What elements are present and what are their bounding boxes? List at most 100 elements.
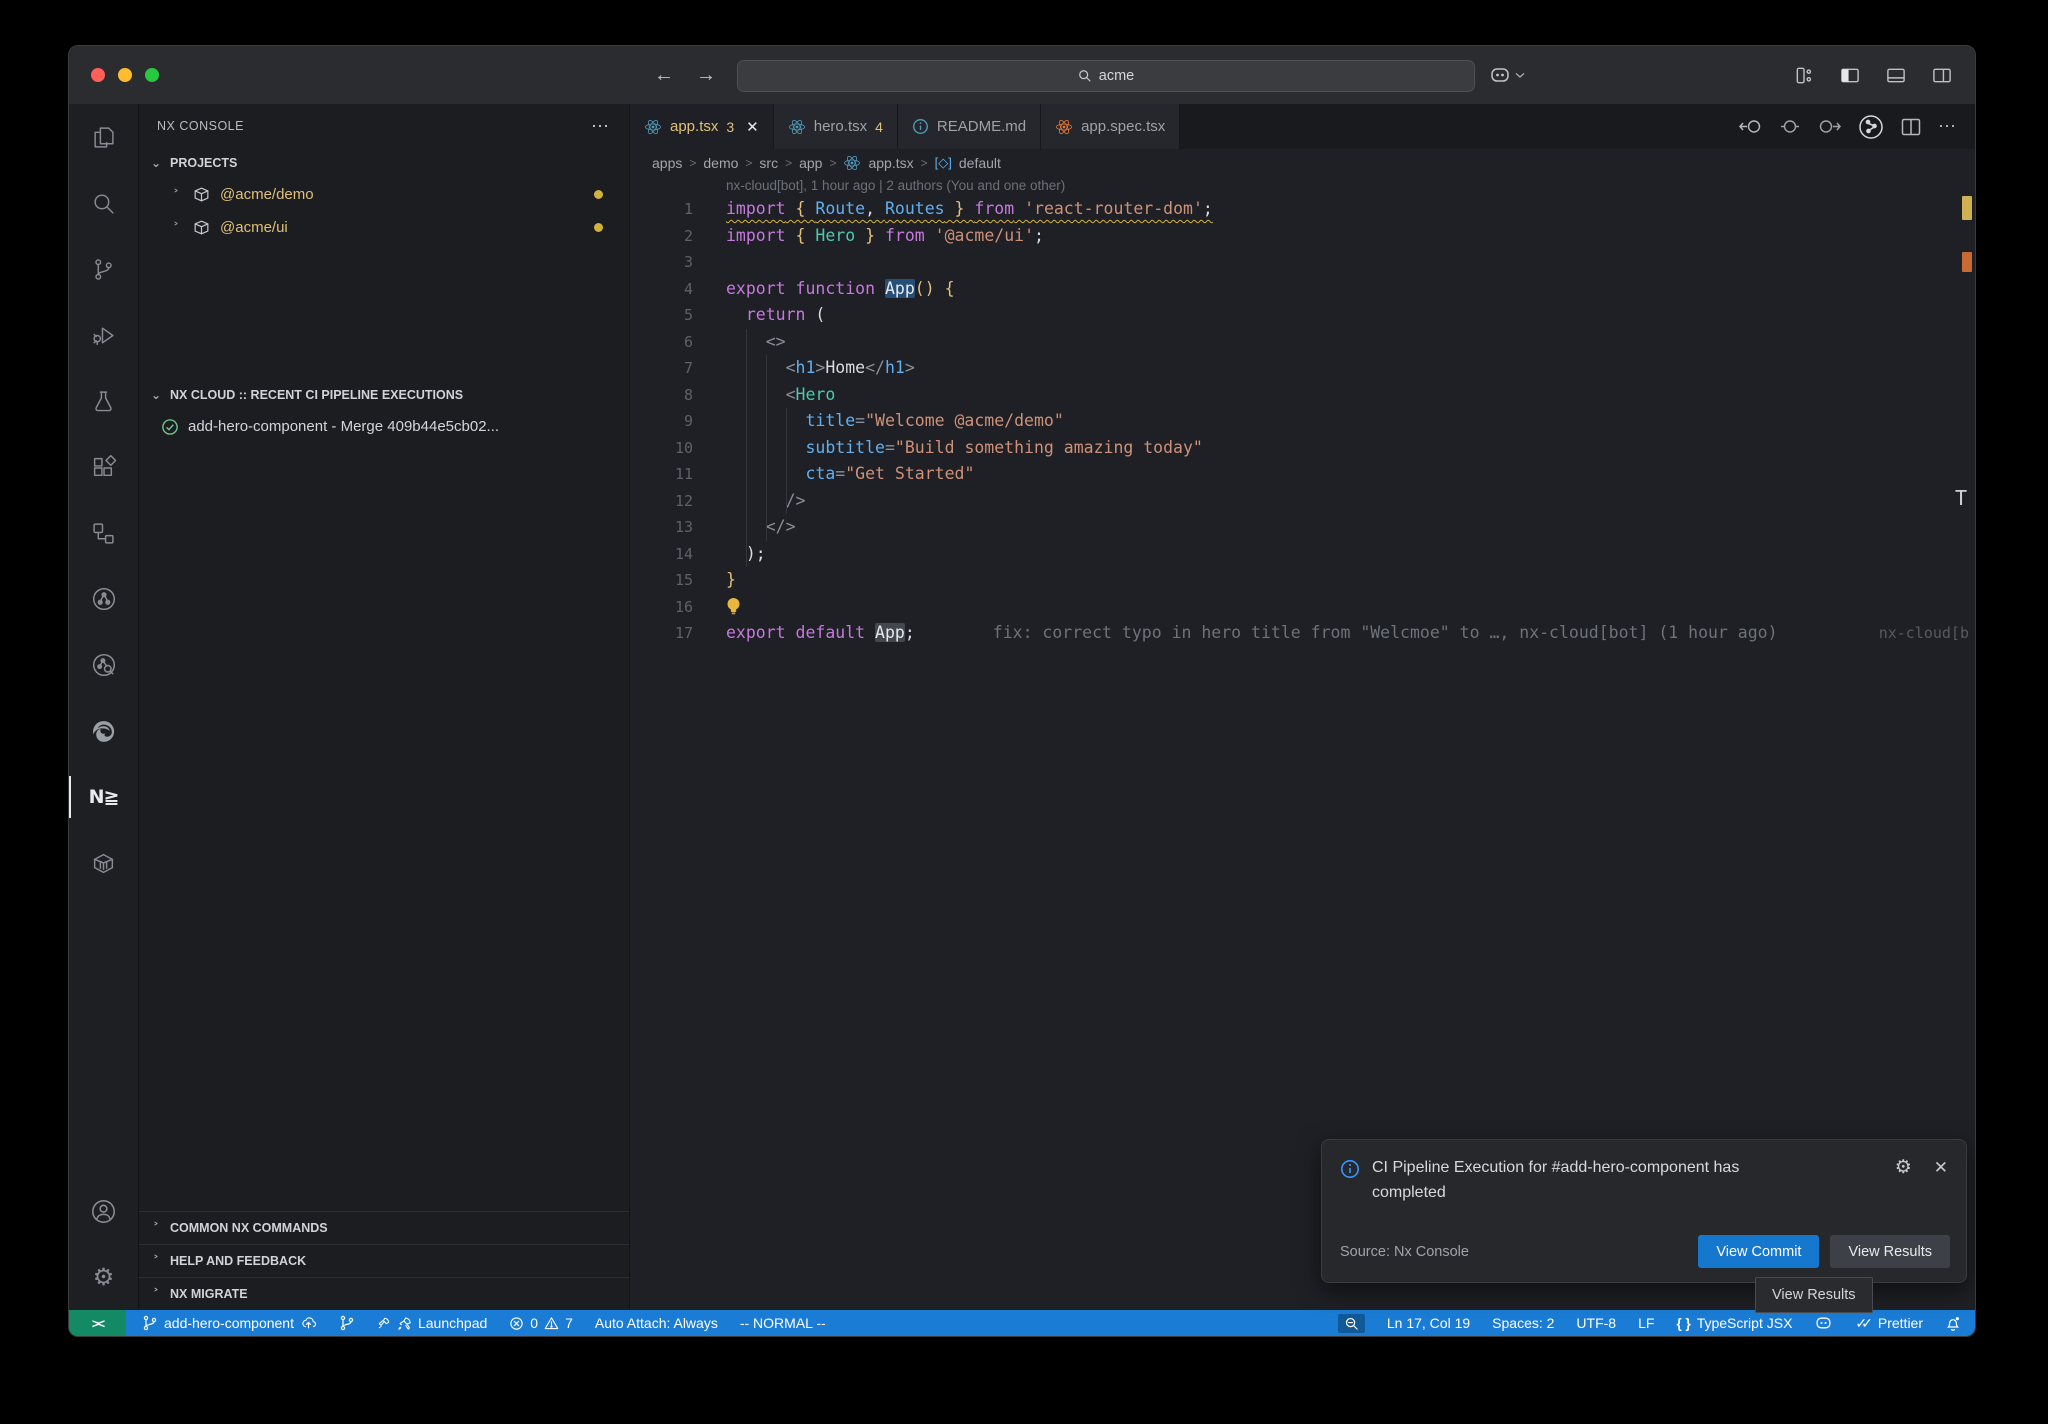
command-center-search[interactable]: acme: [737, 60, 1475, 92]
notification-close-icon[interactable]: ✕: [1934, 1158, 1948, 1178]
auto-attach-status[interactable]: Auto Attach: Always: [595, 1315, 718, 1331]
tab-hero.tsx[interactable]: hero.tsx4: [774, 104, 898, 149]
code-line-13[interactable]: 13 </>: [630, 514, 1975, 541]
eol-status[interactable]: LF: [1638, 1315, 1654, 1331]
tab-app.spec.tsx[interactable]: app.spec.tsx: [1041, 104, 1180, 149]
branch-status[interactable]: add-hero-component: [142, 1315, 317, 1331]
nx-graph-icon[interactable]: [1858, 114, 1884, 140]
code-line-12[interactable]: 12 />: [630, 488, 1975, 515]
line-number: 15: [630, 567, 726, 594]
cursor-position-status[interactable]: Ln 17, Col 19: [1387, 1315, 1470, 1331]
activity-extensions-icon[interactable]: [69, 434, 138, 500]
copilot-status[interactable]: [1814, 1315, 1833, 1331]
sidebar-more-actions-icon[interactable]: ⋯: [591, 116, 611, 137]
view-commit-button[interactable]: View Commit: [1698, 1235, 1819, 1268]
launchpad-status[interactable]: Launchpad: [377, 1315, 487, 1331]
code-line-1[interactable]: 1import { Route, Routes } from 'react-ro…: [630, 196, 1975, 223]
breadcrumb-item[interactable]: demo: [703, 155, 738, 171]
chevron-right-icon: ˃: [149, 1287, 163, 1301]
tab-app.tsx[interactable]: app.tsx3✕: [630, 104, 774, 149]
split-editor-icon[interactable]: [1901, 118, 1921, 136]
code-line-4[interactable]: 4export function App() {: [630, 276, 1975, 303]
activity-edge-browser-icon[interactable]: [69, 698, 138, 764]
notifications-status[interactable]: [1945, 1315, 1961, 1331]
activity-source-control-icon[interactable]: [69, 236, 138, 302]
code-line-8[interactable]: 8 <Hero: [630, 382, 1975, 409]
view-results-button[interactable]: View Results: [1830, 1235, 1950, 1268]
code-line-11[interactable]: 11 cta="Get Started": [630, 461, 1975, 488]
section-projects[interactable]: ⌄ PROJECTS: [139, 148, 629, 178]
breadcrumb-symbol[interactable]: default: [959, 155, 1001, 171]
code-line-3[interactable]: 3: [630, 249, 1975, 276]
close-window-button[interactable]: [91, 68, 105, 82]
activity-account-icon[interactable]: [69, 1178, 138, 1244]
copilot-menu[interactable]: [1489, 65, 1525, 85]
section-label: HELP AND FEEDBACK: [170, 1254, 306, 1268]
toggle-panel-icon[interactable]: [1885, 65, 1907, 86]
code-line-17[interactable]: 17export default App;fix: correct typo i…: [630, 620, 1975, 647]
toggle-secondary-sidebar-icon[interactable]: [1931, 65, 1953, 86]
notification-settings-gear-icon[interactable]: ⚙: [1895, 1156, 1912, 1179]
code-line-6[interactable]: 6 <>: [630, 329, 1975, 356]
activity-nx-console-icon[interactable]: N≧: [69, 764, 138, 830]
code-line-9[interactable]: 9 title="Welcome @acme/demo": [630, 408, 1975, 435]
activity-nx-project-details-icon[interactable]: [69, 632, 138, 698]
breadcrumb-item[interactable]: src: [759, 155, 778, 171]
remote-indicator[interactable]: ><: [69, 1310, 126, 1336]
tab-label: app.spec.tsx: [1081, 118, 1165, 135]
activity-settings-gear-icon[interactable]: ⚙: [69, 1244, 138, 1310]
git-graph-status[interactable]: [339, 1315, 355, 1331]
activity-explorer-icon[interactable]: [69, 104, 138, 170]
vim-mode-status[interactable]: -- NORMAL --: [740, 1315, 826, 1331]
code-line-7[interactable]: 7 <h1>Home</h1>: [630, 355, 1975, 382]
section-help-and-feedback[interactable]: ˃ HELP AND FEEDBACK: [139, 1244, 629, 1277]
code-line-15[interactable]: 15}: [630, 567, 1975, 594]
activity-run-debug-icon[interactable]: [69, 302, 138, 368]
code-line-2[interactable]: 2import { Hero } from '@acme/ui';: [630, 223, 1975, 250]
tab-README.md[interactable]: README.md: [898, 104, 1041, 149]
breadcrumb-item[interactable]: apps: [652, 155, 682, 171]
language-status[interactable]: { }TypeScript JSX: [1676, 1315, 1792, 1331]
close-tab-icon[interactable]: ✕: [746, 118, 759, 136]
launchpad-label: Launchpad: [418, 1315, 487, 1331]
activity-references-icon[interactable]: [69, 500, 138, 566]
nav-back-icon[interactable]: ←: [654, 64, 674, 87]
zoom-status[interactable]: [1338, 1314, 1365, 1333]
project-item[interactable]: ˃ @acme/demo: [139, 178, 629, 211]
activity-containers-icon[interactable]: [69, 830, 138, 896]
editor-area: app.tsx3✕ hero.tsx4 README.md app.spec.t…: [630, 104, 1975, 1310]
nav-forward-circle-icon[interactable]: [1817, 118, 1841, 135]
minimize-window-button[interactable]: [118, 68, 132, 82]
activity-search-icon[interactable]: [69, 170, 138, 236]
indentation-status[interactable]: Spaces: 2: [1492, 1315, 1554, 1331]
section-common-nx-commands[interactable]: ˃ COMMON NX COMMANDS: [139, 1211, 629, 1244]
code-line-16[interactable]: 16: [630, 594, 1975, 621]
breadcrumb-item[interactable]: app: [799, 155, 822, 171]
encoding-status[interactable]: UTF-8: [1576, 1315, 1616, 1331]
breadcrumb-file[interactable]: app.tsx: [868, 155, 913, 171]
activity-nx-cloud-graph-icon[interactable]: [69, 566, 138, 632]
section-nx-cloud[interactable]: ⌄ NX CLOUD :: RECENT CI PIPELINE EXECUTI…: [139, 380, 629, 410]
lightbulb-icon[interactable]: [726, 597, 741, 616]
code-line-5[interactable]: 5 return (: [630, 302, 1975, 329]
code-line-14[interactable]: 14 );: [630, 541, 1975, 568]
line-number: 16: [630, 594, 726, 621]
ci-pipeline-execution-item[interactable]: add-hero-component - Merge 409b44e5cb02.…: [139, 410, 629, 443]
overview-ruler-modified-mark: [1962, 252, 1972, 272]
activity-testing-icon[interactable]: [69, 368, 138, 434]
nav-forward-icon[interactable]: →: [696, 64, 716, 87]
copilot-icon: [1814, 1315, 1833, 1331]
customize-layout-icon[interactable]: [1794, 65, 1815, 86]
zoom-out-icon[interactable]: [1338, 1314, 1365, 1333]
editor-actions: ⋯: [1721, 104, 1975, 149]
nav-circle-icon[interactable]: [1780, 118, 1800, 135]
nav-back-circle-icon[interactable]: [1739, 118, 1763, 135]
more-actions-icon[interactable]: ⋯: [1938, 116, 1957, 137]
section-nx-migrate[interactable]: ˃ NX MIGRATE: [139, 1277, 629, 1310]
project-item[interactable]: ˃ @acme/ui: [139, 211, 629, 244]
code-line-10[interactable]: 10 subtitle="Build something amazing tod…: [630, 435, 1975, 462]
formatter-status[interactable]: ✓✓Prettier: [1855, 1315, 1923, 1332]
maximize-window-button[interactable]: [145, 68, 159, 82]
problems-status[interactable]: 07: [509, 1315, 573, 1331]
toggle-primary-sidebar-icon[interactable]: [1839, 65, 1861, 86]
